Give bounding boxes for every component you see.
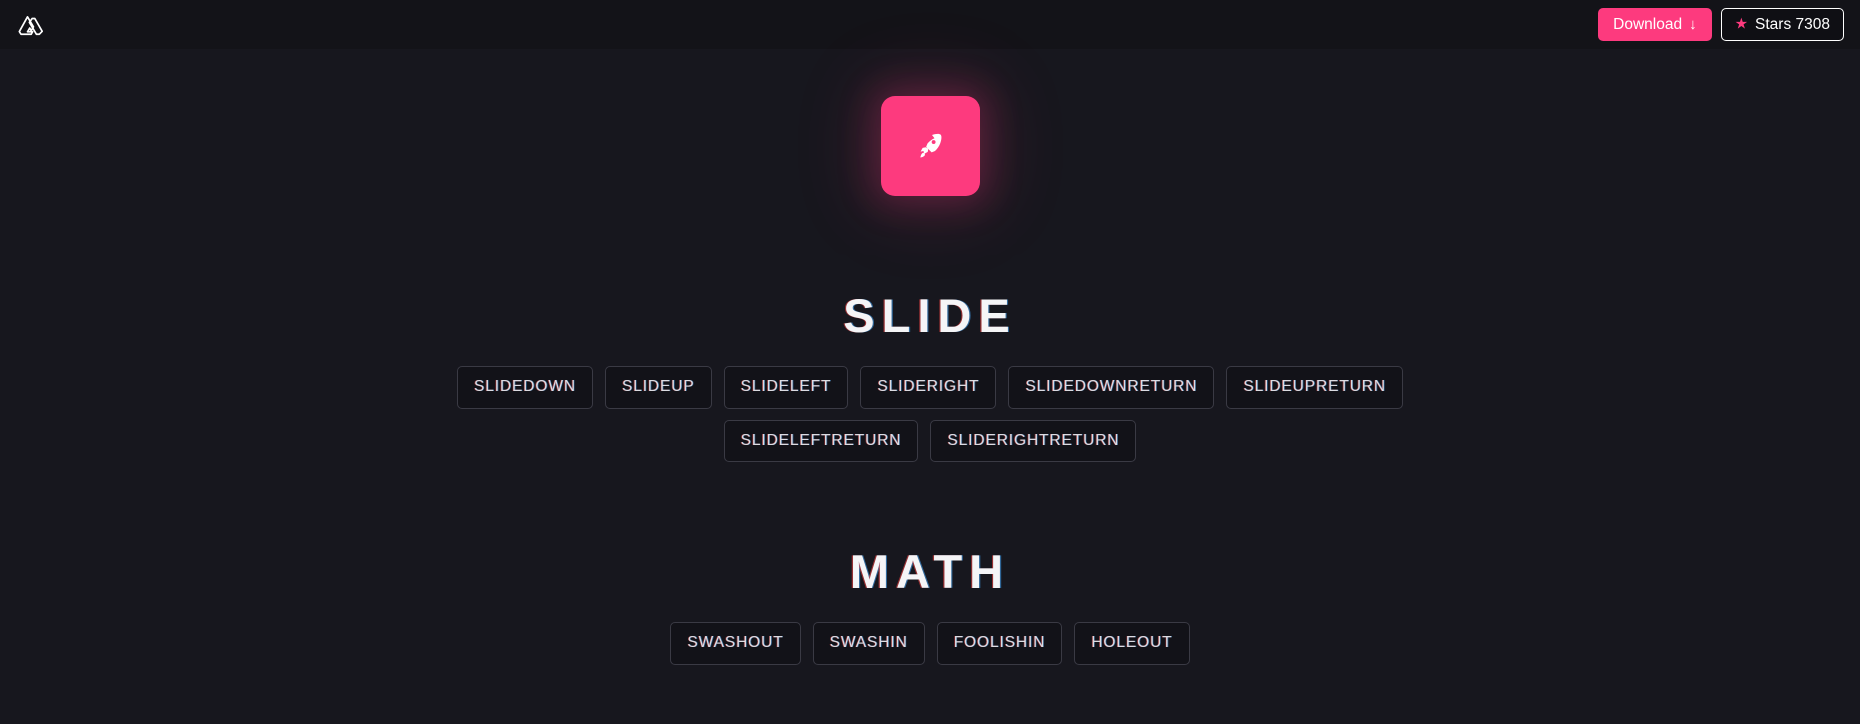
- animation-chip-slideright[interactable]: SLIDERIGHT: [860, 366, 997, 409]
- animation-chip-slidedown[interactable]: SLIDEDOWN: [456, 366, 593, 409]
- animation-chip-slideupreturn[interactable]: SLIDEUPRETURN: [1226, 366, 1403, 409]
- chip-rows-math: SWASHOUT SWASHIN FOOLISHIN HOLEOUT: [0, 622, 1860, 665]
- rocket-icon: [920, 133, 942, 158]
- section-title-math: MATH: [849, 545, 1011, 598]
- animation-chip-sliderightreturn[interactable]: SLIDERIGHTRETURN: [930, 419, 1137, 462]
- github-stars-button[interactable]: ★ Stars 7308: [1720, 8, 1844, 41]
- nuxt-logo-icon[interactable]: [14, 8, 48, 42]
- section-slide: SLIDE SLIDEDOWN SLIDEUP SLIDELEFT SLIDER…: [0, 292, 1860, 462]
- section-math: MATH SWASHOUT SWASHIN FOOLISHIN HOLEOUT: [0, 548, 1860, 665]
- stars-label: Stars 7308: [1755, 15, 1830, 33]
- animation-chip-slideup[interactable]: SLIDEUP: [604, 366, 712, 409]
- main-content: SLIDE SLIDEDOWN SLIDEUP SLIDELEFT SLIDER…: [0, 49, 1860, 724]
- chip-rows-slide: SLIDEDOWN SLIDEUP SLIDELEFT SLIDERIGHT S…: [0, 366, 1860, 462]
- animation-chip-swashout[interactable]: SWASHOUT: [670, 622, 801, 665]
- rocket-tile[interactable]: [880, 96, 980, 196]
- chip-row: SLIDELEFTRETURN SLIDERIGHTRETURN: [723, 419, 1137, 462]
- animation-chip-slideleft[interactable]: SLIDELEFT: [723, 366, 849, 409]
- animation-chip-swashin[interactable]: SWASHIN: [812, 622, 925, 665]
- download-button[interactable]: Download ↓: [1598, 8, 1712, 41]
- hero-area: [0, 96, 1860, 196]
- animation-chip-foolishin[interactable]: FOOLISHIN: [936, 622, 1063, 665]
- animation-chip-slidedownreturn[interactable]: SLIDEDOWNRETURN: [1008, 366, 1215, 409]
- chip-row: SLIDEDOWN SLIDEUP SLIDELEFT SLIDERIGHT S…: [456, 366, 1403, 409]
- site-header: Download ↓ ★ Stars 7308: [0, 0, 1860, 49]
- download-arrow-icon: ↓: [1689, 16, 1697, 33]
- star-icon: ★: [1734, 15, 1749, 33]
- section-title-slide: SLIDE: [843, 289, 1017, 342]
- animation-chip-slideleftreturn[interactable]: SLIDELEFTRETURN: [723, 419, 919, 462]
- download-button-label: Download: [1613, 15, 1683, 33]
- chip-row: SWASHOUT SWASHIN FOOLISHIN HOLEOUT: [670, 622, 1190, 665]
- animation-chip-holeout[interactable]: HOLEOUT: [1074, 622, 1190, 665]
- header-actions: Download ↓ ★ Stars 7308: [1598, 8, 1844, 41]
